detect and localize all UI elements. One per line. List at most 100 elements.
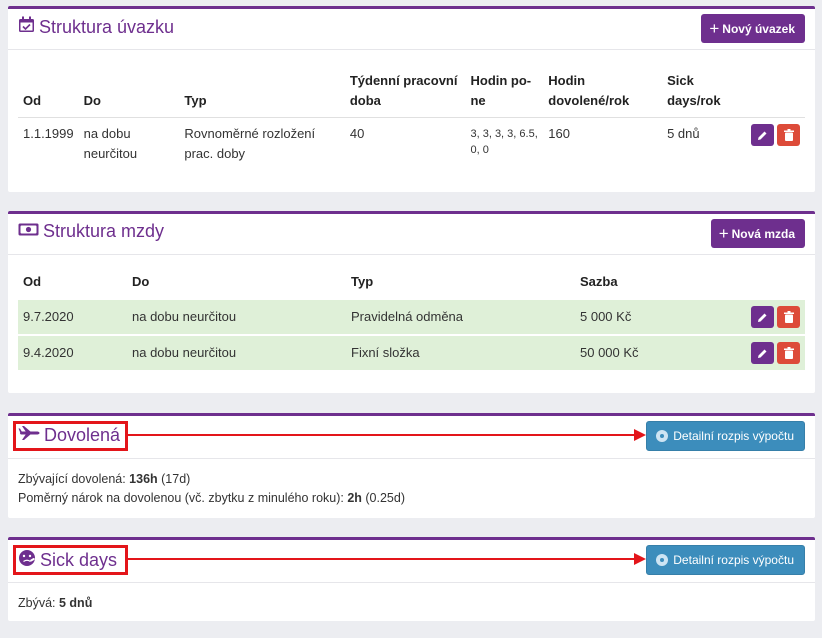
pomerny-suffix: (0.25d)	[361, 491, 406, 505]
detail-rozpis-button-label: Detailní rozpis výpočtu	[673, 429, 794, 443]
zbyvajici-label: Zbývající dovolená:	[18, 472, 130, 486]
plus-icon: +	[718, 224, 729, 243]
uvazek-table: Od Do Typ Týdenní pracovní doba Hodin po…	[18, 65, 805, 170]
panel-title-text: Struktura úvazku	[39, 16, 175, 37]
pencil-icon	[758, 349, 767, 358]
col-od: Od	[18, 65, 79, 118]
cell-od: 1.1.1999	[23, 126, 74, 141]
new-mzda-button[interactable]: + Nová mzda	[710, 219, 805, 248]
pencil-icon	[758, 313, 767, 322]
cell-do: na dobu neurčitou	[79, 118, 180, 171]
mzda-table: Od Do Typ Sazba 9.7.2020 na dobu neurčit…	[18, 266, 805, 370]
cell-od: 9.7.2020	[18, 298, 127, 335]
cell-actions	[735, 298, 805, 335]
annotation-box-sick	[13, 545, 128, 575]
col-sick-line1: Sick	[667, 73, 694, 88]
col-typ: Typ	[351, 274, 374, 289]
cell-hodin-line2: 0, 0	[470, 144, 489, 156]
panel-header: Struktura úvazku + Nový úvazek	[8, 9, 815, 50]
delete-button[interactable]	[777, 124, 800, 146]
detail-rozpis-button[interactable]: Detailní rozpis výpočtu	[646, 421, 805, 451]
annotation-arrow-sick	[128, 558, 636, 560]
calendar-check-icon	[18, 16, 35, 38]
cell-actions	[746, 118, 805, 171]
col-sazba: Sazba	[580, 274, 618, 289]
cell-typ-line1: Rovnoměrné rozložení	[184, 126, 316, 141]
cell-hodin: 3, 3, 3, 3, 6.5, 0, 0	[465, 118, 543, 171]
annotation-arrow-dovolena	[128, 434, 636, 436]
pomerny-value: 2h	[347, 491, 362, 505]
panel-title: Struktura úvazku	[18, 16, 174, 38]
row-actions	[740, 306, 800, 328]
panel-header: Dovolená Detailní rozpis výpočtu	[8, 416, 815, 459]
table-header-row: Od Do Typ Týdenní pracovní doba Hodin po…	[18, 65, 805, 118]
panel-header: Sick days Detailní rozpis výpočtu	[8, 540, 815, 583]
cell-dovolene: 160	[548, 126, 570, 141]
zbyvajici-value: 136h	[129, 472, 158, 486]
table-row: 9.4.2020 na dobu neurčitou Fixní složka …	[18, 334, 805, 370]
cell-do: na dobu neurčitou	[127, 334, 346, 370]
pencil-icon	[758, 131, 767, 140]
edit-button[interactable]	[751, 124, 774, 146]
panel-title-text: Struktura mzdy	[43, 221, 165, 241]
panel-struktura-uvazku: Struktura úvazku + Nový úvazek Od Do Typ…	[8, 6, 815, 192]
col-od: Od	[23, 274, 42, 289]
col-tydenni-line2: doba	[349, 93, 381, 108]
cell-actions	[735, 334, 805, 370]
edit-button[interactable]	[751, 342, 774, 364]
col-actions	[746, 65, 805, 118]
col-hodin-line2: ne	[470, 93, 486, 108]
col-sick-line2: days/rok	[667, 93, 721, 108]
new-mzda-button-label: Nová mzda	[731, 226, 795, 241]
col-sick: Sick days/rok	[662, 65, 746, 118]
col-hodin: Hodin po- ne	[465, 65, 544, 118]
cell-sazba: 50 000 Kč	[575, 334, 735, 370]
cell-typ-line2: prac. doby	[184, 146, 246, 161]
annotation-arrowhead-dovolena	[634, 429, 646, 441]
cell-sazba: 5 000 Kč	[575, 298, 735, 335]
annotation-arrowhead-sick	[634, 553, 646, 565]
col-do: Do	[132, 274, 150, 289]
table-header-row: Od Do Typ Sazba	[18, 266, 805, 299]
col-tydenni-line1: Týdenní pracovní	[349, 73, 458, 88]
new-uvazek-button[interactable]: + Nový úvazek	[701, 14, 805, 43]
col-dovolene-line2: dovolené/rok	[548, 93, 630, 108]
detail-rozpis-button[interactable]: Detailní rozpis výpočtu	[646, 545, 805, 575]
cell-tydenni: 40	[349, 126, 365, 141]
zbyva-label: Zbývá:	[18, 596, 59, 610]
edit-button[interactable]	[751, 306, 774, 328]
delete-button[interactable]	[777, 306, 800, 328]
money-bill-icon	[18, 221, 39, 242]
panel-title: Struktura mzdy	[18, 221, 164, 242]
panel-header: Struktura mzdy + Nová mzda	[8, 214, 815, 255]
col-dovolene: Hodin dovolené/rok	[543, 65, 663, 118]
col-do: Do	[78, 65, 180, 118]
detail-rozpis-button-label: Detailní rozpis výpočtu	[673, 553, 794, 567]
cell-typ: Rovnoměrné rozložení prac. doby	[179, 118, 344, 171]
col-tydenni: Týdenní pracovní doba	[344, 65, 466, 118]
cell-od: 9.4.2020	[18, 334, 127, 370]
cell-hodin-line1: 3, 3, 3, 3, 6.5,	[470, 128, 538, 140]
cell-do-line2: neurčitou	[83, 146, 138, 161]
row-actions	[740, 342, 800, 364]
trash-icon	[783, 347, 794, 359]
table-row: 1.1.1999 na dobu neurčitou Rovnoměrné ro…	[18, 118, 805, 171]
annotation-box-dovolena	[13, 421, 128, 451]
cell-do: na dobu neurčitou	[127, 298, 346, 335]
delete-button[interactable]	[777, 342, 800, 364]
zbyvajici-suffix: (17d)	[157, 472, 191, 486]
plus-icon: +	[709, 19, 720, 38]
cell-do-line1: na dobu	[83, 126, 131, 141]
zbyva-sick-days: Zbývá: 5 dnů	[18, 596, 92, 610]
eye-icon	[656, 430, 669, 442]
row-actions	[751, 124, 800, 146]
pomerny-label: Poměrný nárok na dovolenou (vč. zbytku z…	[18, 491, 348, 505]
col-dovolene-line1: Hodin	[548, 73, 586, 88]
panel-struktura-mzdy: Struktura mzdy + Nová mzda Od Do Typ Saz…	[8, 211, 815, 393]
table-row: 9.7.2020 na dobu neurčitou Pravidelná od…	[18, 298, 805, 335]
trash-icon	[783, 129, 794, 141]
cell-sick: 5 dnů	[667, 126, 700, 141]
pomerny-narok: Poměrný nárok na dovolenou (vč. zbytku z…	[18, 491, 405, 505]
col-typ: Typ	[179, 65, 345, 118]
col-hodin-line1: Hodin po-	[470, 73, 532, 88]
